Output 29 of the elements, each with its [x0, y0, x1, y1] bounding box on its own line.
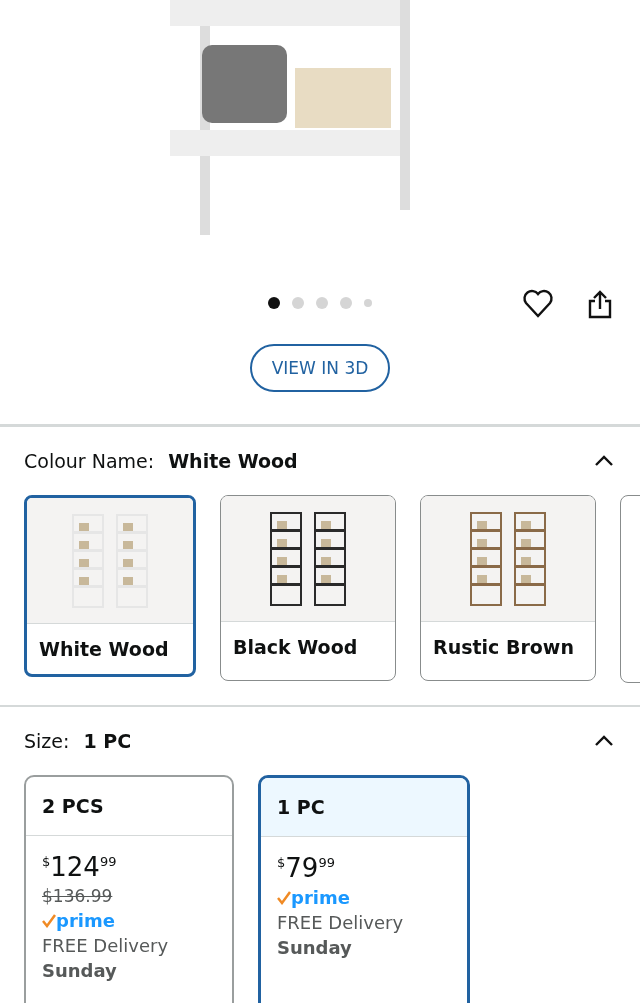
prime-logo: prime — [291, 887, 350, 908]
size-option-title: 2 PCS — [42, 795, 104, 817]
size-option[interactable]: 1 PC $^{$}$79$^{99}$ prime FREE Delivery Sunday — [258, 775, 470, 1003]
carousel-dot[interactable] — [316, 297, 328, 309]
view-in-3d-button[interactable]: VIEW IN 3D — [250, 344, 390, 392]
size-label: Size: — [24, 730, 70, 752]
carousel-dot[interactable] — [268, 297, 280, 309]
colour-option[interactable]: Black Wood — [220, 495, 396, 681]
size-option[interactable]: 2 PCS $^{$}$124$^{99}$ $136.99 prime FREE Delivery Sunday — [24, 775, 234, 1003]
prime-logo: prime — [56, 910, 115, 931]
original-price: $136.99 — [42, 886, 114, 906]
colour-option[interactable]: White Wood — [24, 495, 196, 677]
delivery-text: FREE Delivery — [277, 912, 405, 933]
size-option-title: 1 PC — [277, 796, 325, 818]
colour-option[interactable]: Rustic Brown — [420, 495, 596, 681]
carousel-dot[interactable] — [292, 297, 304, 309]
delivery-day: Sunday — [277, 937, 451, 958]
selected-size: 1 PC — [83, 730, 133, 752]
price: $^{$}$124$^{99}$ — [42, 852, 118, 882]
delivery-text: FREE Delivery — [42, 935, 170, 956]
check-icon — [277, 890, 291, 905]
selected-colour: White Wood — [168, 450, 299, 472]
carousel-dot[interactable] — [364, 299, 372, 307]
heart-icon[interactable] — [522, 288, 554, 320]
carousel-dot[interactable] — [340, 297, 352, 309]
check-icon — [42, 913, 56, 928]
delivery-day: Sunday — [42, 960, 216, 981]
colour-name-label: Colour Name: — [24, 450, 155, 472]
price: $^{$}$79$^{99}$ — [277, 853, 336, 883]
